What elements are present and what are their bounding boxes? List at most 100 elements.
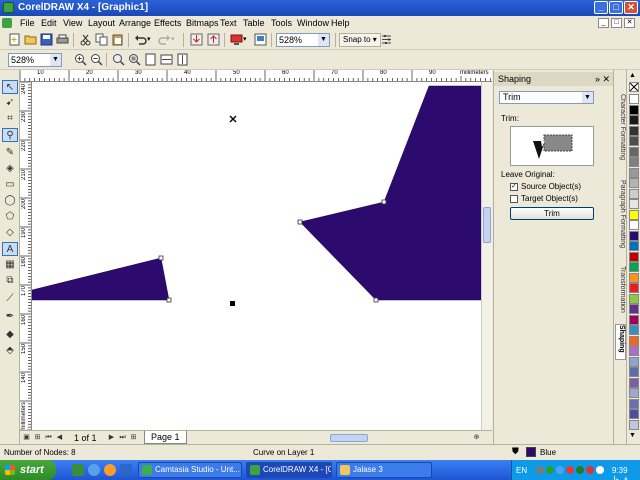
- tray-icon[interactable]: [576, 466, 584, 474]
- doc-restore-button[interactable]: □: [611, 18, 622, 28]
- fill-tool-icon[interactable]: ◆: [2, 328, 18, 342]
- left-shape[interactable]: [32, 257, 170, 301]
- zoom-tool-icon[interactable]: ⚲: [2, 128, 18, 142]
- doc-close-button[interactable]: ✕: [624, 18, 635, 28]
- close-button[interactable]: ✕: [624, 1, 638, 14]
- last-page-icon[interactable]: ⏭: [118, 433, 127, 443]
- quicklaunch-coreldraw-icon[interactable]: [72, 464, 84, 476]
- node-handle[interactable]: [166, 297, 172, 303]
- add-page-before-icon[interactable]: ⊞: [33, 433, 42, 443]
- menu-layout[interactable]: Layout: [88, 18, 115, 28]
- zoom-out-icon[interactable]: [90, 53, 103, 66]
- menu-text[interactable]: Text: [220, 18, 237, 28]
- color-swatch[interactable]: [629, 314, 639, 325]
- crop-tool-icon[interactable]: ⌗: [2, 112, 18, 126]
- snap-to-button[interactable]: Snap to ▾: [339, 33, 381, 47]
- color-swatch[interactable]: [629, 188, 639, 199]
- color-swatch[interactable]: [629, 335, 639, 346]
- zoom-level-select[interactable]: 528% ▼: [276, 33, 330, 47]
- zoom-to-page-icon[interactable]: [144, 53, 157, 66]
- document-icon[interactable]: [2, 18, 12, 28]
- color-swatch[interactable]: [629, 419, 639, 430]
- fill-color-swatch[interactable]: [526, 447, 536, 457]
- menu-edit[interactable]: Edit: [41, 18, 57, 28]
- color-swatch[interactable]: [629, 251, 639, 262]
- import-icon[interactable]: [190, 33, 203, 46]
- source-objects-row[interactable]: ✓ Source Object(s): [510, 182, 581, 191]
- color-swatch[interactable]: [629, 356, 639, 367]
- color-swatch[interactable]: [629, 398, 639, 409]
- zoom-to-page-height-icon[interactable]: [176, 53, 189, 66]
- center-handle[interactable]: [230, 301, 235, 306]
- zoom-in-icon[interactable]: [74, 53, 87, 66]
- color-swatch[interactable]: [629, 220, 639, 230]
- color-swatch[interactable]: [629, 230, 639, 241]
- undo-icon[interactable]: [134, 33, 147, 46]
- navigator-zoom-icon[interactable]: ⊕: [472, 433, 481, 443]
- menu-tools[interactable]: Tools: [271, 18, 292, 28]
- node-handle[interactable]: [381, 199, 387, 205]
- target-objects-checkbox[interactable]: [510, 194, 518, 203]
- color-swatch[interactable]: [629, 94, 639, 104]
- palette-scroll-up-icon[interactable]: ▲: [629, 72, 636, 79]
- color-swatch[interactable]: [629, 367, 639, 377]
- color-swatch[interactable]: [629, 199, 639, 209]
- zoom-to-page-width-icon[interactable]: [160, 53, 173, 66]
- vertical-ruler[interactable]: 240 230 220 210 200 190 180 170 160 150 …: [20, 82, 32, 430]
- text-tool-icon[interactable]: A: [2, 242, 18, 256]
- trim-apply-button[interactable]: Trim: [510, 207, 594, 220]
- drawing-canvas[interactable]: [32, 82, 481, 430]
- ellipse-tool-icon[interactable]: ◯: [2, 194, 18, 208]
- welcome-screen-icon[interactable]: [254, 33, 267, 46]
- node-handle[interactable]: [297, 219, 303, 225]
- quicklaunch-ie-icon[interactable]: [88, 464, 100, 476]
- task-folder[interactable]: Jalase 3: [336, 462, 432, 478]
- language-indicator[interactable]: EN: [516, 466, 527, 475]
- horizontal-scroll-thumb[interactable]: [330, 434, 368, 442]
- menu-table[interactable]: Table: [243, 18, 265, 28]
- right-shape[interactable]: [299, 85, 481, 301]
- shaping-operation-select[interactable]: Trim ▼: [499, 91, 594, 104]
- no-fill-swatch[interactable]: [629, 82, 639, 92]
- horizontal-ruler[interactable]: 10 20 30 40 50 60 70 80 90 millimeters: [20, 70, 492, 82]
- start-button[interactable]: start: [0, 460, 56, 480]
- paste-icon[interactable]: [111, 33, 124, 46]
- color-swatch[interactable]: [629, 377, 639, 388]
- maximize-button[interactable]: □: [609, 1, 623, 14]
- next-page-icon[interactable]: ▶: [107, 433, 116, 443]
- target-objects-row[interactable]: Target Object(s): [510, 194, 578, 203]
- color-swatch[interactable]: [629, 178, 639, 188]
- menu-effects[interactable]: Effects: [154, 18, 181, 28]
- color-swatch[interactable]: [629, 283, 639, 293]
- color-swatch[interactable]: [629, 325, 639, 335]
- color-swatch[interactable]: [629, 115, 639, 125]
- zoom-to-selected-icon[interactable]: [112, 53, 125, 66]
- color-swatch[interactable]: [629, 241, 639, 251]
- color-swatch[interactable]: [629, 304, 639, 314]
- table-tool-icon[interactable]: ▦: [2, 258, 18, 272]
- interactive-fill-tool-icon[interactable]: ⬘: [2, 344, 18, 358]
- save-icon[interactable]: [40, 33, 53, 46]
- zoom-to-all-objects-icon[interactable]: [128, 53, 141, 66]
- task-coreldraw[interactable]: CorelDRAW X4 - [Gra...: [246, 462, 332, 478]
- color-swatch[interactable]: [629, 388, 639, 398]
- menu-file[interactable]: File: [20, 18, 35, 28]
- tray-icon[interactable]: [566, 466, 574, 474]
- options-icon[interactable]: [380, 33, 393, 46]
- zoom-levels-select[interactable]: 528% ▼: [8, 53, 62, 67]
- color-swatch[interactable]: [629, 125, 639, 136]
- minimize-button[interactable]: _: [594, 1, 608, 14]
- vertical-scrollbar[interactable]: [481, 82, 492, 430]
- rectangle-tool-icon[interactable]: ▭: [2, 178, 18, 192]
- copy-icon[interactable]: [95, 33, 108, 46]
- interactive-blend-tool-icon[interactable]: ⧉: [2, 274, 18, 288]
- tray-icon[interactable]: [546, 466, 554, 474]
- eyedropper-tool-icon[interactable]: ⟋: [2, 292, 18, 306]
- color-swatch[interactable]: [629, 262, 639, 272]
- palette-scroll-down-icon[interactable]: ▼: [629, 432, 636, 439]
- color-swatch[interactable]: [629, 346, 639, 356]
- color-swatch[interactable]: [629, 167, 639, 178]
- export-icon[interactable]: [207, 33, 220, 46]
- cut-icon[interactable]: [79, 33, 92, 46]
- add-page-after-icon[interactable]: ⊞: [129, 433, 138, 443]
